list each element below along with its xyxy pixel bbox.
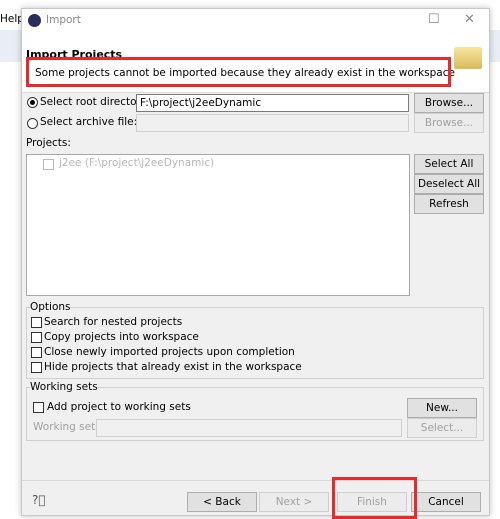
root-directory-input[interactable]: F:\project\j2eeDynamic bbox=[136, 94, 409, 112]
cancel-button[interactable]: Cancel bbox=[411, 492, 481, 512]
select-all-button[interactable]: Select All bbox=[414, 154, 484, 174]
working-sets-label: Working sets: bbox=[33, 421, 105, 433]
nested-checkbox[interactable] bbox=[31, 317, 42, 328]
window-title: Import bbox=[46, 14, 81, 26]
hide-checkbox[interactable] bbox=[31, 362, 42, 373]
options-title: Options bbox=[30, 301, 71, 313]
folder-icon bbox=[454, 47, 482, 69]
hide-label: Hide projects that already exist in the … bbox=[44, 361, 302, 373]
projects-label: Projects: bbox=[26, 137, 71, 149]
add-working-set-label: Add project to working sets bbox=[47, 401, 191, 413]
new-working-set-button[interactable]: New... bbox=[407, 398, 477, 418]
projects-list[interactable]: j2ee (F:\project\j2eeDynamic) bbox=[26, 154, 410, 296]
project-checkbox[interactable] bbox=[43, 159, 54, 170]
nested-label: Search for nested projects bbox=[44, 316, 183, 328]
close-icon[interactable]: ✕ bbox=[464, 12, 475, 27]
deselect-all-button[interactable]: Deselect All bbox=[414, 174, 484, 194]
browse-archive-button[interactable]: Browse... bbox=[414, 113, 484, 133]
title-bar: Import ☐ ✕ bbox=[22, 9, 489, 33]
next-button[interactable]: Next > bbox=[259, 492, 329, 512]
archive-file-radio[interactable] bbox=[27, 118, 38, 129]
close-label: Close newly imported projects upon compl… bbox=[44, 346, 295, 358]
root-directory-radio[interactable] bbox=[27, 97, 38, 108]
maximize-icon[interactable]: ☐ bbox=[428, 12, 440, 27]
browse-root-button[interactable]: Browse... bbox=[414, 93, 484, 113]
project-item[interactable]: j2ee (F:\project\j2eeDynamic) bbox=[59, 157, 214, 169]
working-sets-title: Working sets bbox=[30, 381, 98, 393]
add-working-set-checkbox[interactable] bbox=[33, 402, 44, 413]
archive-file-label: Select archive file: bbox=[40, 116, 138, 128]
copy-label: Copy projects into workspace bbox=[44, 331, 199, 343]
back-button[interactable]: < Back bbox=[187, 492, 257, 512]
divider bbox=[22, 480, 489, 481]
archive-file-input[interactable] bbox=[136, 114, 409, 132]
highlight-box bbox=[26, 57, 451, 87]
import-dialog: Import ☐ ✕ Import Projects Some projects… bbox=[21, 8, 490, 519]
refresh-button[interactable]: Refresh bbox=[414, 194, 484, 214]
help-icon[interactable]: ?⃝ bbox=[32, 493, 46, 507]
eclipse-icon bbox=[28, 14, 41, 27]
select-working-set-button[interactable]: Select... bbox=[407, 418, 477, 438]
root-directory-label: Select root directory: bbox=[40, 96, 150, 108]
close-checkbox[interactable] bbox=[31, 347, 42, 358]
finish-highlight-box bbox=[332, 477, 417, 519]
working-sets-combo[interactable] bbox=[96, 419, 402, 437]
copy-checkbox[interactable] bbox=[31, 332, 42, 343]
